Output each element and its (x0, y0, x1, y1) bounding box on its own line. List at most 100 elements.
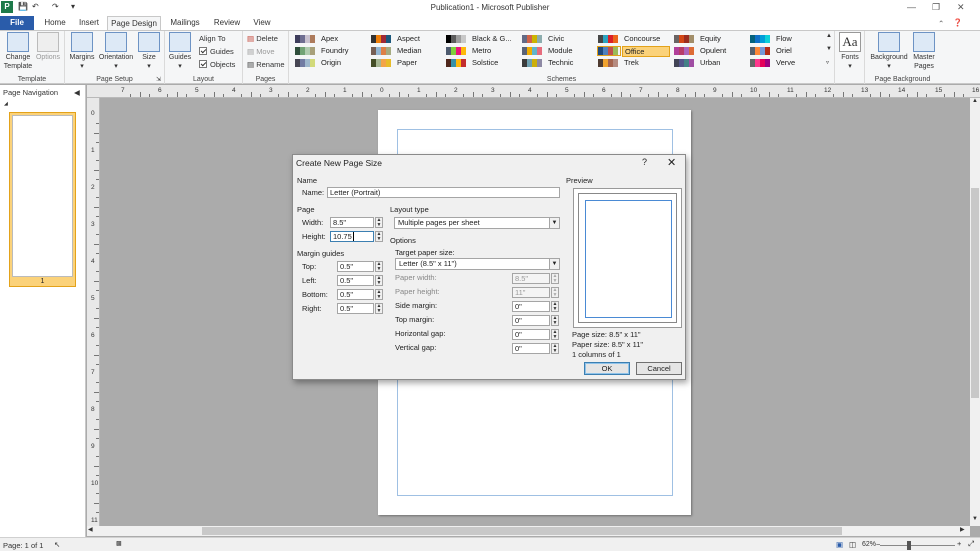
guides-button[interactable]: Guides ▾ (167, 32, 193, 71)
horizontal-ruler[interactable]: 7 6 5 4 3 2 1 0 1 2 3 4 5 6 7 8 9 10 11 12 13 14 15 16 (87, 85, 980, 98)
bottom-margin-guide-field[interactable]: 0.5" (337, 289, 374, 300)
scheme-item[interactable]: Origin (319, 58, 367, 69)
delete-page-button[interactable]: ▤ Delete (247, 34, 278, 43)
vertical-gap-field[interactable]: 0" (512, 343, 550, 354)
horizontal-gap-field[interactable]: 0" (512, 329, 550, 340)
scheme-scroll-up-icon[interactable]: ▲ (826, 33, 832, 39)
fit-page-icon[interactable]: ⤢ (968, 539, 974, 549)
name-field[interactable]: Letter (Portrait) (327, 187, 560, 198)
side-margin-field[interactable]: 0" (512, 301, 550, 312)
scheme-item[interactable]: Flow (774, 34, 822, 45)
scheme-item[interactable]: Verve (774, 58, 822, 69)
zoom-in-icon[interactable]: + (957, 539, 961, 548)
scheme-item[interactable]: Median (395, 46, 443, 57)
width-field[interactable]: 8.5" (330, 217, 374, 228)
right-margin-guide-field[interactable]: 0.5" (337, 303, 374, 314)
cancel-button[interactable]: Cancel (636, 362, 682, 375)
scheme-item[interactable]: Urban (698, 58, 746, 69)
help-icon[interactable]: ❓ (953, 18, 962, 27)
vertical-scroll-thumb[interactable] (971, 188, 979, 398)
target-paper-size-dropdown[interactable]: Letter (8.5" x 11") ▼ (395, 258, 560, 270)
tab-review[interactable]: Review (208, 16, 246, 30)
page-status[interactable]: Page: 1 of 1 (3, 541, 43, 550)
zoom-level[interactable]: 62% (862, 541, 876, 548)
vertical-gap-spinner[interactable]: ▲ ▼ (551, 343, 559, 354)
collapse-pane-icon[interactable]: ◀ (74, 88, 80, 97)
page-thumbnail[interactable]: 1 (9, 112, 76, 287)
tab-view[interactable]: View (247, 16, 277, 30)
scheme-more-icon[interactable]: ▿ (826, 59, 829, 66)
scheme-item[interactable]: Foundry (319, 46, 367, 57)
orientation-button[interactable]: Orientation ▾ (96, 32, 136, 71)
ruler-tick (907, 94, 909, 97)
layout-type-dropdown[interactable]: Multiple pages per sheet ▼ (394, 217, 560, 229)
height-spinner[interactable]: ▲ ▼ (375, 231, 383, 242)
tab-home[interactable]: Home (38, 16, 72, 30)
tab-page-design[interactable]: Page Design (107, 16, 161, 30)
fonts-button[interactable]: Aa Fonts ▾ (837, 32, 863, 71)
horizontal-scroll-thumb[interactable] (202, 527, 842, 535)
scheme-item[interactable]: Module (546, 46, 594, 57)
minimize-ribbon-icon[interactable]: ⌃ (938, 19, 944, 28)
close-window-icon[interactable]: ✕ (957, 2, 965, 13)
scheme-scroll-down-icon[interactable]: ▼ (826, 46, 832, 52)
vertical-scrollbar[interactable]: ▲ ▼ (970, 98, 980, 526)
scheme-item[interactable]: Opulent (698, 46, 746, 57)
scroll-down-icon[interactable]: ▼ (972, 516, 978, 522)
page-setup-launcher-icon[interactable]: ⇲ (156, 76, 161, 83)
margins-button[interactable]: Margins ▾ (67, 32, 97, 71)
guides-checkbox[interactable]: Guides (199, 47, 234, 56)
tab-file[interactable]: File (0, 16, 34, 30)
objects-checkbox[interactable]: Objects (199, 60, 235, 69)
height-field[interactable]: 10.75 (330, 231, 374, 242)
single-page-view-icon[interactable]: ▣ (836, 540, 843, 549)
master-pages-button[interactable]: Master Pages (909, 32, 939, 71)
scheme-item[interactable]: Solstice (470, 58, 518, 69)
scheme-item[interactable]: Office (622, 46, 670, 57)
change-template-button[interactable]: Change Template (2, 32, 34, 71)
scroll-up-icon[interactable]: ▲ (972, 98, 978, 104)
expand-section-icon[interactable]: ◢ (4, 101, 8, 107)
two-page-view-icon[interactable]: ◫ (849, 540, 856, 549)
scheme-item[interactable]: Technic (546, 58, 594, 69)
size-button[interactable]: Size ▾ (137, 32, 161, 71)
scheme-item[interactable]: Aspect (395, 34, 443, 45)
horizontal-scrollbar[interactable]: ◀ ▶ (87, 526, 970, 536)
scheme-item[interactable]: Black & G... (470, 34, 518, 45)
scheme-item[interactable]: Civic (546, 34, 594, 45)
tab-insert[interactable]: Insert (72, 16, 106, 30)
width-spinner[interactable]: ▲ ▼ (375, 217, 383, 228)
top-margin-guide-spinner[interactable]: ▲ ▼ (375, 261, 383, 272)
scroll-left-icon[interactable]: ◀ (88, 526, 93, 533)
horizontal-gap-spinner[interactable]: ▲ ▼ (551, 329, 559, 340)
right-margin-guide-spinner[interactable]: ▲ ▼ (375, 303, 383, 314)
scheme-item[interactable]: Apex (319, 34, 367, 45)
dialog-close-icon[interactable]: ✕ (667, 156, 676, 169)
top-margin-guide-field[interactable]: 0.5" (337, 261, 374, 272)
left-margin-guide-field[interactable]: 0.5" (337, 275, 374, 286)
top-margin-field[interactable]: 0" (512, 315, 550, 326)
scheme-item[interactable]: Equity (698, 34, 746, 45)
scheme-item[interactable]: Metro (470, 46, 518, 57)
restore-icon[interactable]: ❐ (932, 2, 940, 13)
side-margin-spinner[interactable]: ▲ ▼ (551, 301, 559, 312)
scheme-item[interactable]: Trek (622, 58, 670, 69)
top-margin-spinner[interactable]: ▲ ▼ (551, 315, 559, 326)
zoom-slider[interactable] (880, 545, 955, 546)
tab-mailings[interactable]: Mailings (164, 16, 206, 30)
ruler-number: 3 (91, 221, 95, 228)
ruler-tick (96, 474, 99, 476)
rename-page-button[interactable]: ▤ Rename (247, 60, 285, 69)
minimize-icon[interactable]: — (907, 2, 916, 12)
background-button[interactable]: Background ▾ (868, 32, 910, 71)
bottom-margin-guide-spinner[interactable]: ▲ ▼ (375, 289, 383, 300)
ok-button[interactable]: OK (584, 362, 630, 375)
scheme-item[interactable]: Paper (395, 58, 443, 69)
scroll-right-icon[interactable]: ▶ (960, 526, 965, 533)
scheme-item[interactable]: Oriel (774, 46, 822, 57)
zoom-slider-knob[interactable] (907, 541, 911, 550)
dialog-help-icon[interactable]: ? (642, 157, 647, 167)
vertical-ruler[interactable]: 0 1 2 3 4 5 6 7 8 9 10 11 (87, 98, 100, 550)
left-margin-guide-spinner[interactable]: ▲ ▼ (375, 275, 383, 286)
scheme-item[interactable]: Concourse (622, 34, 670, 45)
